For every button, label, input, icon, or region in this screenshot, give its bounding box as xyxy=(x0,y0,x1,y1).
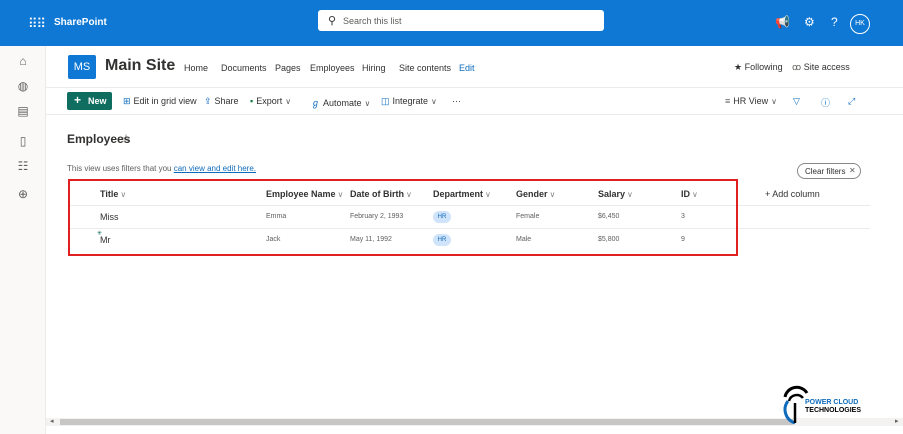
nav-hiring[interactable]: Hiring xyxy=(362,63,386,73)
clear-filters-label: Clear filters xyxy=(805,167,846,176)
chevron-down-icon: ∨ xyxy=(431,97,437,106)
expand-icon[interactable]: ⤢ xyxy=(848,96,855,107)
following-button[interactable]: ★ Following xyxy=(734,62,783,73)
nav-edit-link[interactable]: Edit xyxy=(459,63,475,73)
search-icon: ⚲ xyxy=(328,15,337,27)
nav-documents[interactable]: Documents xyxy=(221,63,267,73)
filter-edit-link[interactable]: can view and edit here. xyxy=(174,164,256,173)
filter-notice: This view uses filters that you can view… xyxy=(67,164,256,173)
globe-icon[interactable]: ◍ xyxy=(15,79,31,93)
add-icon[interactable]: ⊕ xyxy=(15,187,31,201)
automate-label: Automate xyxy=(323,98,362,108)
edit-grid-label: Edit in grid view xyxy=(133,96,197,106)
export-button[interactable]: ▪ Export ∨ xyxy=(250,96,291,106)
nav-site-contents[interactable]: Site contents xyxy=(399,63,451,73)
integrate-icon: ◫ xyxy=(381,96,390,106)
grid-icon: ⊞ xyxy=(123,96,131,106)
integrate-button[interactable]: ◫ Integrate ∨ xyxy=(381,96,437,107)
search-input[interactable]: Search this list xyxy=(343,16,402,26)
nav-pages[interactable]: Pages xyxy=(275,63,301,73)
view-list-icon: ≡ xyxy=(725,96,731,106)
site-name[interactable]: Main Site xyxy=(105,57,175,75)
chevron-down-icon: ∨ xyxy=(771,97,777,106)
scrollbar-thumb[interactable] xyxy=(60,419,793,425)
help-icon[interactable]: ? xyxy=(831,15,838,29)
star-filled-icon: ★ xyxy=(734,62,743,72)
avatar[interactable]: HK xyxy=(850,14,870,34)
site-logo[interactable]: MS xyxy=(68,55,96,79)
view-label: HR View xyxy=(733,96,769,106)
horizontal-scrollbar[interactable]: ◂ ▸ xyxy=(46,418,903,426)
chevron-down-icon: ∨ xyxy=(364,99,371,108)
flow-icon: ℊ xyxy=(311,98,321,108)
site-access-button[interactable]: ꝏ Site access xyxy=(792,62,850,73)
excel-icon: ▪ xyxy=(250,96,254,106)
home-icon[interactable]: ⌂ xyxy=(15,54,31,68)
megaphone-icon[interactable]: 📢 xyxy=(775,15,790,29)
plus-icon: + xyxy=(74,93,82,107)
watermark-line-1: POWER CLOUD xyxy=(805,399,859,406)
add-column-button[interactable]: + Add column xyxy=(765,189,820,199)
news-icon[interactable]: ▤ xyxy=(15,104,31,118)
more-options-button[interactable]: ··· xyxy=(452,96,461,106)
people-icon: ꝏ xyxy=(792,62,802,72)
filter-notice-text: This view uses filters that you xyxy=(67,164,174,173)
edit-grid-view-button[interactable]: ⊞ Edit in grid view xyxy=(123,96,197,107)
lists-icon[interactable]: ☷ xyxy=(15,159,31,173)
clear-filters-button[interactable]: Clear filters ✕ xyxy=(797,163,861,179)
nav-employees[interactable]: Employees xyxy=(310,63,355,73)
close-icon: ✕ xyxy=(849,166,856,175)
suite-bar: ⠿⠿ SharePoint ⚲ Search this list 📢 ⚙ ? H… xyxy=(0,0,903,46)
waffle-icon[interactable]: ⠿⠿ xyxy=(28,16,46,32)
site-access-label: Site access xyxy=(803,62,850,72)
view-selector[interactable]: ≡ HR View ∨ xyxy=(725,96,777,106)
watermark-logo: POWER CLOUD TECHNOLOGIES xyxy=(779,383,869,425)
nav-home[interactable]: Home xyxy=(184,63,208,73)
watermark-line-2: TECHNOLOGIES xyxy=(805,407,862,414)
search-box[interactable]: ⚲ Search this list xyxy=(318,10,604,31)
gear-icon[interactable]: ⚙ xyxy=(804,15,815,29)
new-button[interactable]: + New xyxy=(67,92,112,110)
following-label: Following xyxy=(744,62,783,72)
scroll-right-icon[interactable]: ▸ xyxy=(895,417,899,425)
integrate-label: Integrate xyxy=(392,96,429,106)
filter-icon[interactable]: ▽ xyxy=(793,96,800,107)
app-name[interactable]: SharePoint xyxy=(54,17,107,28)
share-label: Share xyxy=(214,96,239,106)
export-label: Export xyxy=(256,96,283,106)
info-icon[interactable]: ⓘ xyxy=(821,96,830,109)
new-button-label: New xyxy=(88,96,107,106)
share-button[interactable]: ⇪ Share xyxy=(204,96,239,107)
chevron-down-icon: ∨ xyxy=(285,97,292,106)
file-icon[interactable]: ▯ xyxy=(15,134,31,148)
left-rail: ⌂ ◍ ▤ ▯ ☷ ⊕ xyxy=(0,46,46,434)
favorite-star-icon[interactable]: ☆ xyxy=(121,132,131,145)
scroll-left-icon[interactable]: ◂ xyxy=(50,417,54,425)
automate-button[interactable]: ℊ Automate ∨ xyxy=(311,96,370,109)
share-icon: ⇪ xyxy=(204,96,212,106)
highlight-box xyxy=(68,179,738,256)
